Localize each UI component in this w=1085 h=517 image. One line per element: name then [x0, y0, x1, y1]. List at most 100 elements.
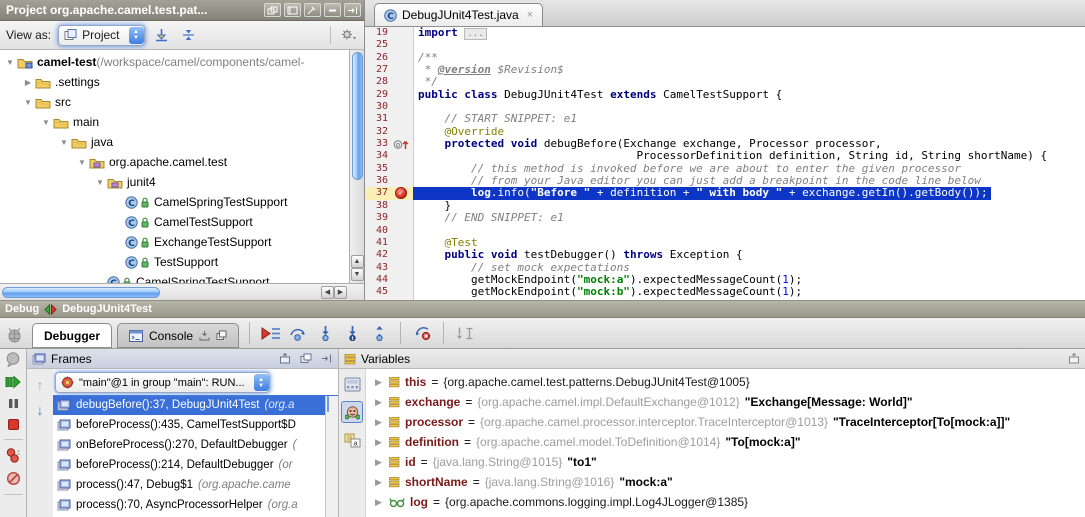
code-line-27[interactable]: 27 * @version $Revision$ [365, 64, 1085, 76]
step-out-icon[interactable] [368, 322, 390, 344]
variable-row-this[interactable]: ▶this = {org.apache.camel.test.patterns.… [366, 372, 1085, 392]
gutter-cell[interactable] [392, 274, 413, 286]
settings-gear-icon[interactable] [338, 26, 358, 44]
tree-item-testsupport[interactable]: CTestSupport [0, 252, 364, 272]
view-as-dropdown[interactable]: Project ▲▼ [58, 25, 144, 46]
export-icon[interactable] [199, 330, 210, 341]
float-panel-icon[interactable] [300, 353, 312, 364]
next-frame-icon[interactable]: ↓ [37, 402, 44, 418]
thread-selector-dropdown[interactable]: "main"@1 in group "main": RUN... ▲▼ [55, 372, 270, 393]
variable-row-exchange[interactable]: ▶exchange = {org.apache.camel.impl.Defau… [366, 392, 1085, 412]
resume-icon[interactable] [5, 375, 21, 389]
code-line-19[interactable]: 19import ... [365, 27, 1085, 39]
tree-toggle-icon[interactable]: ▼ [58, 138, 70, 147]
gutter-cell[interactable]: o [392, 138, 413, 150]
view-breakpoints-icon[interactable] [6, 448, 20, 463]
gutter-cell[interactable] [392, 52, 413, 64]
stop-icon[interactable] [7, 418, 20, 431]
code-line-45[interactable]: 45 getMockEndpoint("mock:b").expectedMes… [365, 286, 1085, 298]
scroll-left-icon[interactable]: ◀ [321, 286, 334, 299]
gutter-cell[interactable] [392, 249, 413, 261]
expand-icon[interactable]: ▶ [375, 397, 384, 408]
tree-toggle-icon[interactable]: ▼ [76, 158, 88, 167]
gutter-cell[interactable] [392, 150, 413, 162]
expand-icon[interactable]: ▶ [375, 377, 384, 388]
hide-panel-icon[interactable] [321, 353, 333, 364]
tree-item-junit4[interactable]: ▼junit4 [0, 172, 364, 192]
scroll-down-icon[interactable]: ▼ [351, 268, 364, 281]
gutter-cell[interactable] [392, 212, 413, 224]
scroll-to-source-icon[interactable] [152, 26, 172, 44]
tree-item-camelspringtestsupport[interactable]: CCamelSpringTestSupport [0, 272, 364, 283]
tree-toggle-icon[interactable]: ▶ [22, 78, 34, 87]
variable-row-log[interactable]: ▶log = {org.apache.commons.logging.impl.… [366, 492, 1085, 512]
stack-frame-row[interactable]: onBeforeProcess():270, DefaultDebugger ( [53, 435, 338, 455]
gutter-cell[interactable] [392, 237, 413, 249]
expand-icon[interactable]: ▶ [375, 477, 384, 488]
tree-item-src[interactable]: ▼src [0, 92, 364, 112]
tree-item-java[interactable]: ▼java [0, 132, 364, 152]
scrollbar-thumb[interactable] [352, 52, 363, 180]
tree-toggle-icon[interactable]: ▼ [4, 58, 16, 67]
watches-view-icon[interactable] [341, 401, 363, 423]
gutter-cell[interactable] [392, 39, 413, 51]
code-line-29[interactable]: 29public class DebugJUnit4Test extends C… [365, 89, 1085, 101]
float-window-icon[interactable] [264, 3, 281, 17]
gutter-cell[interactable] [392, 76, 413, 88]
float-console-icon[interactable] [216, 330, 227, 341]
variable-row-definition[interactable]: ▶definition = {org.apache.camel.model.To… [366, 432, 1085, 452]
project-horizontal-scrollbar[interactable]: ◀ ▶ [0, 283, 364, 300]
stack-frame-row[interactable]: debugBefore():37, DebugJUnit4Test (org.a [53, 395, 338, 415]
tree-item-main[interactable]: ▼main [0, 112, 364, 132]
mute-breakpoints-icon[interactable] [6, 471, 21, 486]
expand-icon[interactable]: ▶ [375, 497, 384, 508]
restore-panel-icon[interactable] [279, 353, 291, 364]
gutter-cell[interactable] [392, 64, 413, 76]
code-line-25[interactable]: 25 [365, 39, 1085, 51]
dock-window-icon[interactable] [284, 3, 301, 17]
scroll-right-icon[interactable]: ▶ [334, 286, 347, 299]
override-method-icon[interactable]: o [393, 138, 410, 150]
tree-item-exchangetestsupport[interactable]: CExchangeTestSupport [0, 232, 364, 252]
step-over-icon[interactable] [287, 322, 309, 344]
stack-frame-row[interactable]: beforeProcess():435, CamelTestSupport$D [53, 415, 338, 435]
tree-item-camelspringtestsupport[interactable]: CCamelSpringTestSupport [0, 192, 364, 212]
scrollbar-thumb[interactable] [2, 287, 160, 298]
gutter-cell[interactable] [392, 225, 413, 237]
gutter-cell[interactable] [392, 200, 413, 212]
editor-body[interactable]: 19import ...2526/**27 * @version $Revisi… [365, 27, 1085, 300]
run-to-cursor-icon[interactable] [454, 322, 476, 344]
expand-icon[interactable]: ▶ [375, 457, 384, 468]
expand-icon[interactable]: ▶ [375, 437, 384, 448]
gutter-cell[interactable] [392, 175, 413, 187]
expand-icon[interactable]: ▶ [375, 417, 384, 428]
tree-toggle-icon[interactable]: ▼ [40, 118, 52, 127]
gutter-cell[interactable] [392, 262, 413, 274]
frames-scrollbar[interactable] [325, 396, 338, 517]
stack-frame-row[interactable]: beforeProcess():214, DefaultDebugger (or [53, 455, 338, 475]
gutter-cell[interactable] [392, 89, 413, 101]
stack-frame-row[interactable]: process():47, Debug$1 (org.apache.came [53, 475, 338, 495]
gutter-cell[interactable] [392, 163, 413, 175]
gutter-cell[interactable] [392, 286, 413, 298]
hide-window-icon[interactable] [344, 3, 361, 17]
code-line-37[interactable]: 37✓ log.info("Before " + definition + " … [365, 187, 1085, 199]
minimize-window-icon[interactable] [324, 3, 341, 17]
tree-toggle-icon[interactable]: ▼ [94, 178, 106, 187]
collapse-all-icon[interactable] [179, 26, 199, 44]
code-line-39[interactable]: 39 // END SNIPPET: e1 [365, 212, 1085, 224]
variable-row-id[interactable]: ▶id = {java.lang.String@1015}"to1" [366, 452, 1085, 472]
pause-icon[interactable] [7, 397, 20, 410]
pin-window-icon[interactable] [304, 3, 321, 17]
step-into-icon[interactable] [314, 322, 336, 344]
tab-debugger[interactable]: Debugger [32, 323, 112, 348]
gutter-cell[interactable] [392, 126, 413, 138]
force-step-into-icon[interactable]: i [341, 322, 363, 344]
scroll-up-icon[interactable]: ▲ [351, 255, 364, 268]
gutter-cell[interactable] [392, 27, 413, 39]
variable-row-shortName[interactable]: ▶shortName = {java.lang.String@1016}"moc… [366, 472, 1085, 492]
tree-item-cameltestsupport[interactable]: CCamelTestSupport [0, 212, 364, 232]
tree-item-camel-test[interactable]: ▼camel-test (/workspace/camel/components… [0, 52, 364, 72]
scrollbar-thumb[interactable] [327, 396, 329, 412]
gutter-cell[interactable] [392, 113, 413, 125]
